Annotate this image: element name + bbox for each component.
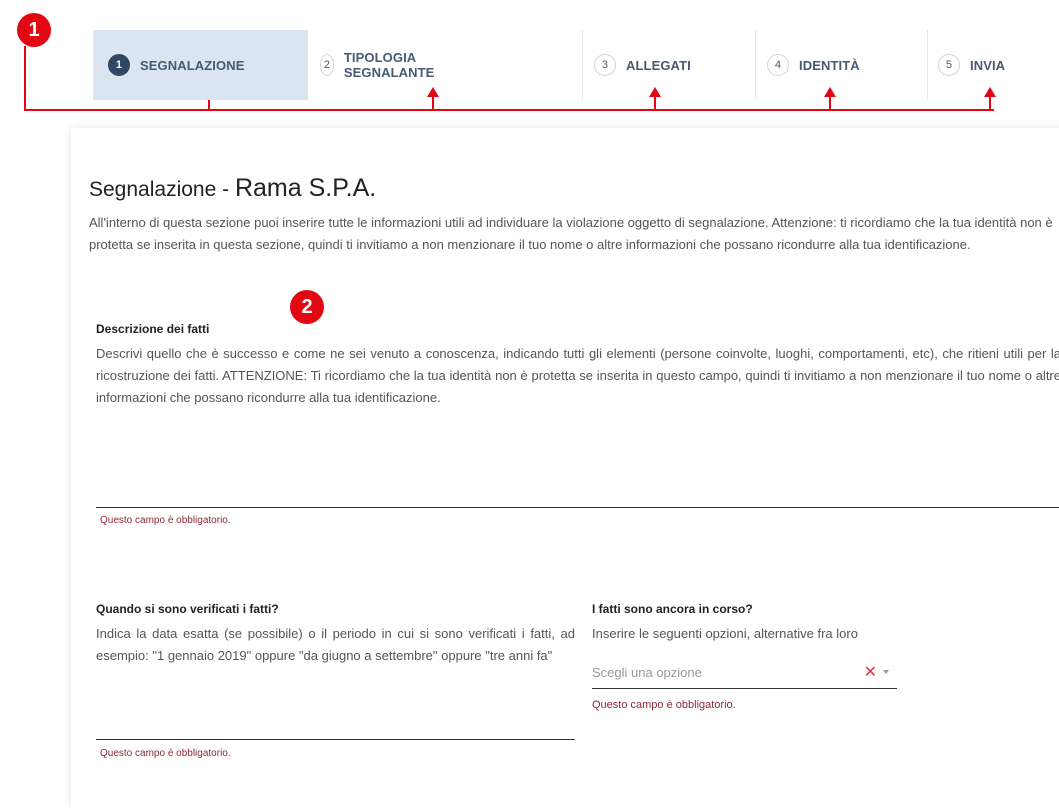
step-number: 2: [320, 54, 334, 76]
step-label: TIPOLOGIA SEGNALANTE: [343, 50, 435, 80]
chevron-down-icon[interactable]: [883, 670, 889, 674]
step-allegati[interactable]: 3 ALLEGATI: [594, 30, 691, 100]
quando-underline: [96, 739, 575, 740]
quando-label: Quando si sono verificati i fatti?: [96, 602, 279, 616]
section-intro: All'interno di questa sezione puoi inser…: [89, 215, 1053, 252]
step-number: 5: [938, 54, 960, 76]
annotation-badge-2: 2: [290, 290, 324, 324]
page-title: Segnalazione - Rama S.P.A.: [89, 174, 376, 203]
step-divider: [927, 30, 928, 100]
annotation-badge-1: 1: [17, 13, 51, 47]
in-corso-label: I fatti sono ancora in corso?: [592, 602, 753, 616]
step-divider: [582, 30, 583, 100]
step-label: ALLEGATI: [626, 57, 691, 73]
step-tipologia-segnalante[interactable]: 2 TIPOLOGIA SEGNALANTE: [320, 30, 443, 100]
company-name: Rama S.P.A.: [234, 174, 377, 202]
step-invia[interactable]: 5 INVIA: [938, 30, 1005, 100]
descrizione-help: Descrivi quello che è successo e come ne…: [96, 346, 1059, 405]
step-identita[interactable]: 4 IDENTITÀ: [767, 30, 860, 100]
quando-help: Indica la data esatta (se possibile) o i…: [96, 626, 575, 663]
step-label: INVIA: [970, 57, 1006, 73]
annotation-horizontal-line: [24, 109, 994, 111]
quando-textarea[interactable]: [96, 695, 575, 739]
descrizione-error: Questo campo è obbligatorio.: [100, 515, 231, 526]
quando-error: Questo campo è obbligatorio.: [100, 748, 231, 759]
descrizione-label: Descrizione dei fatti: [96, 322, 210, 336]
in-corso-help: Inserire le seguenti opzioni, alternativ…: [592, 626, 858, 641]
in-corso-select[interactable]: Scegli una opzione ✕: [592, 656, 897, 689]
step-label: SEGNALAZIONE: [140, 57, 245, 73]
clear-icon[interactable]: ✕: [864, 662, 877, 682]
step-divider: [755, 30, 756, 100]
title-prefix: Segnalazione -: [89, 178, 235, 201]
step-number: 3: [594, 54, 616, 76]
step-segnalazione[interactable]: 1 SEGNALAZIONE: [93, 30, 308, 100]
step-number: 4: [767, 54, 789, 76]
descrizione-underline: [96, 507, 1059, 508]
step-number: 1: [108, 54, 130, 76]
step-label: IDENTITÀ: [799, 57, 860, 73]
annotation-vertical-line: [24, 46, 26, 110]
select-placeholder: Scegli una opzione: [592, 664, 702, 680]
in-corso-error: Questo campo è obbligatorio.: [592, 699, 736, 711]
descrizione-textarea[interactable]: [96, 415, 1059, 507]
